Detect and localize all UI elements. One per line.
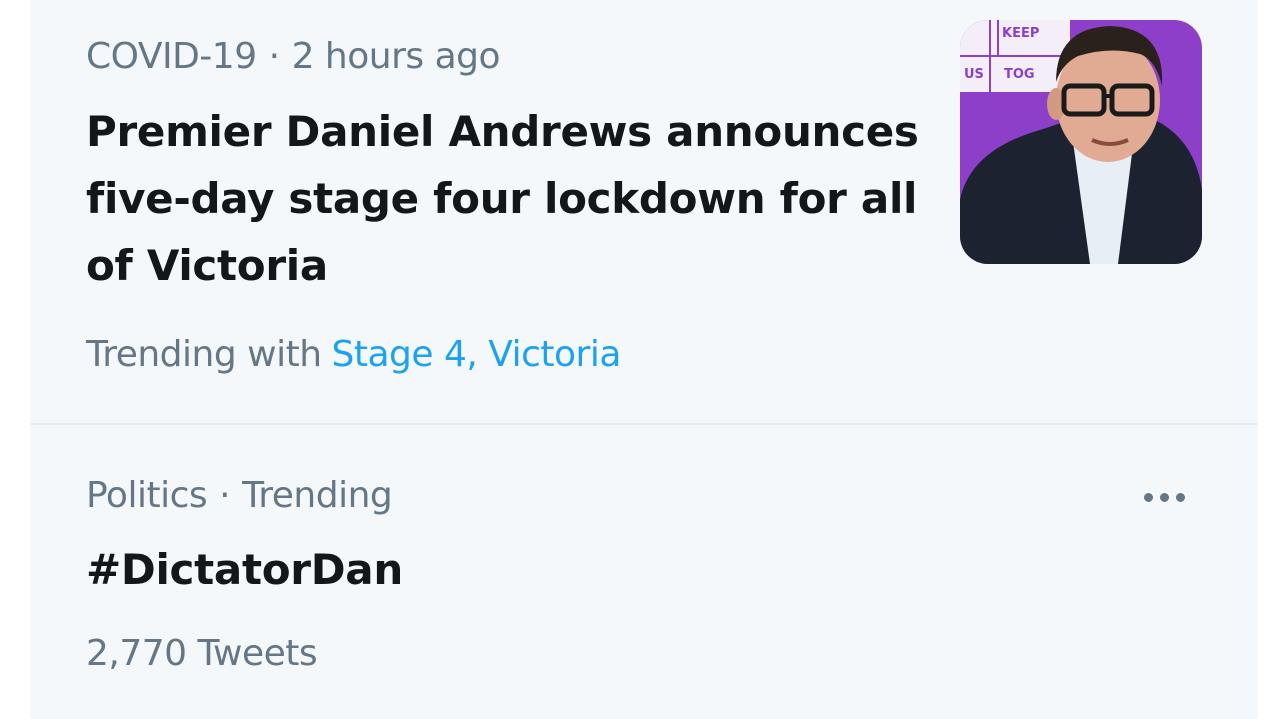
sign-text-2: US (964, 67, 984, 82)
sign-text-3: TOG (1004, 67, 1035, 82)
news-trend-item[interactable]: COVID-19 · 2 hours ago Premier Daniel Andr… (30, 0, 1258, 424)
news-thumbnail-image: KEEP US TOG (960, 20, 1202, 264)
news-time: 2 hours ago (291, 36, 501, 77)
trending-tags-link[interactable]: Stage 4, Victoria (332, 334, 622, 375)
more-options-button[interactable] (1140, 475, 1200, 519)
hashtag-trend-item[interactable]: Politics · Trending #DictatorDan 2,770 Twe… (30, 425, 1258, 719)
trending-with: Trending with Stage 4, Victoria (86, 334, 621, 375)
trend-meta: Politics · Trending (86, 475, 393, 516)
news-thumbnail[interactable]: KEEP US TOG (960, 20, 1202, 264)
news-headline[interactable]: Premier Daniel Andrews announces five-da… (86, 98, 946, 299)
news-meta: COVID-19 · 2 hours ago (86, 36, 501, 77)
news-category: COVID-19 (86, 36, 257, 77)
meta-separator: · (219, 475, 231, 516)
trend-category: Politics (86, 475, 208, 516)
tweet-count: 2,770 Tweets (86, 633, 318, 674)
sign-text-1: KEEP (1002, 26, 1039, 41)
trend-hashtag[interactable]: #DictatorDan (86, 545, 403, 594)
trend-status: Trending (242, 475, 393, 516)
trends-panel: COVID-19 · 2 hours ago Premier Daniel Andr… (30, 0, 1258, 719)
meta-separator: · (268, 36, 280, 77)
trending-with-label: Trending with (86, 334, 322, 375)
